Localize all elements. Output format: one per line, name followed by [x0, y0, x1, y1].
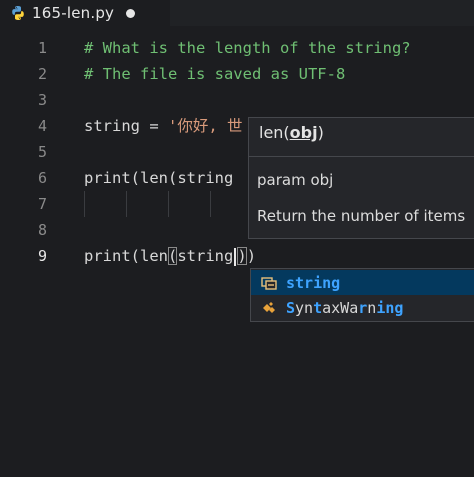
param-doc: param obj: [257, 171, 334, 189]
line-number: 8: [37, 221, 47, 239]
match-highlight: string: [286, 273, 341, 292]
signature-prefix: len(: [259, 123, 290, 142]
match-highlight: S: [286, 298, 296, 317]
completion-label: string: [286, 274, 340, 292]
function-doc: Return the number of items: [257, 207, 466, 225]
signature-text: len(obj): [259, 123, 324, 142]
match-highlight: r: [358, 298, 368, 317]
indent-guide: [84, 191, 85, 217]
line-number-gutter: 1 2 3 4 5 6 7 8 9: [0, 26, 60, 477]
variable-icon: [260, 274, 278, 292]
code-token: ): [246, 247, 257, 265]
line-number: 3: [37, 91, 47, 109]
bracket-match: (: [168, 247, 178, 265]
tab-bar: 165-len.py: [0, 0, 474, 27]
code-token: string: [177, 247, 234, 265]
completion-label: SyntaxWarning: [286, 299, 403, 317]
editor-window: 165-len.py 1 2 3 4 5 6 7 8 9 # What is t…: [0, 0, 474, 477]
signature-active-param: obj: [289, 123, 318, 142]
line-number: 1: [37, 39, 47, 57]
completion-item-syntaxwarning[interactable]: SyntaxWarning: [251, 295, 474, 320]
match-highlight: g: [394, 298, 404, 317]
indent-guide: [210, 191, 211, 217]
label-part: n: [367, 298, 377, 317]
class-icon: [260, 299, 278, 317]
line-number: 5: [37, 143, 47, 161]
completion-list[interactable]: string SyntaxWarning: [250, 268, 474, 322]
indent-guide: [168, 191, 169, 217]
unsaved-dot-icon[interactable]: [126, 8, 136, 18]
code-line-9: print(len(string)): [84, 243, 256, 269]
line-number: 2: [37, 65, 47, 83]
string-literal: '你好, 世: [168, 117, 243, 135]
code-line-2: # The file is saved as UTF-8: [84, 65, 346, 83]
python-icon: [10, 5, 26, 21]
signature-help-popup: len(obj) param obj Return the number of …: [248, 117, 474, 239]
code-line-6: print(len(string: [84, 169, 234, 187]
match-highlight: in: [376, 298, 395, 317]
bracket-match: ): [237, 247, 247, 265]
indent-guide: [126, 191, 127, 217]
line-number-active: 9: [37, 247, 47, 265]
label-part: axWa: [322, 298, 359, 317]
code-token: string =: [84, 117, 168, 135]
signature-suffix: ): [317, 123, 324, 142]
label-part: yn: [295, 298, 314, 317]
code-token: print(len: [84, 247, 168, 265]
divider: [249, 156, 474, 157]
line-number: 4: [37, 117, 47, 135]
code-editor[interactable]: 1 2 3 4 5 6 7 8 9 # What is the length o…: [0, 26, 474, 477]
code-line-4: string = '你好, 世: [84, 113, 243, 139]
code-line-1: # What is the length of the string?: [84, 39, 411, 57]
tab-filename: 165-len.py: [32, 4, 115, 22]
line-number: 7: [37, 195, 47, 213]
tab-165-len-py[interactable]: 165-len.py: [0, 0, 170, 26]
line-number: 6: [37, 169, 47, 187]
completion-item-string[interactable]: string: [251, 270, 474, 295]
match-highlight: t: [313, 298, 323, 317]
